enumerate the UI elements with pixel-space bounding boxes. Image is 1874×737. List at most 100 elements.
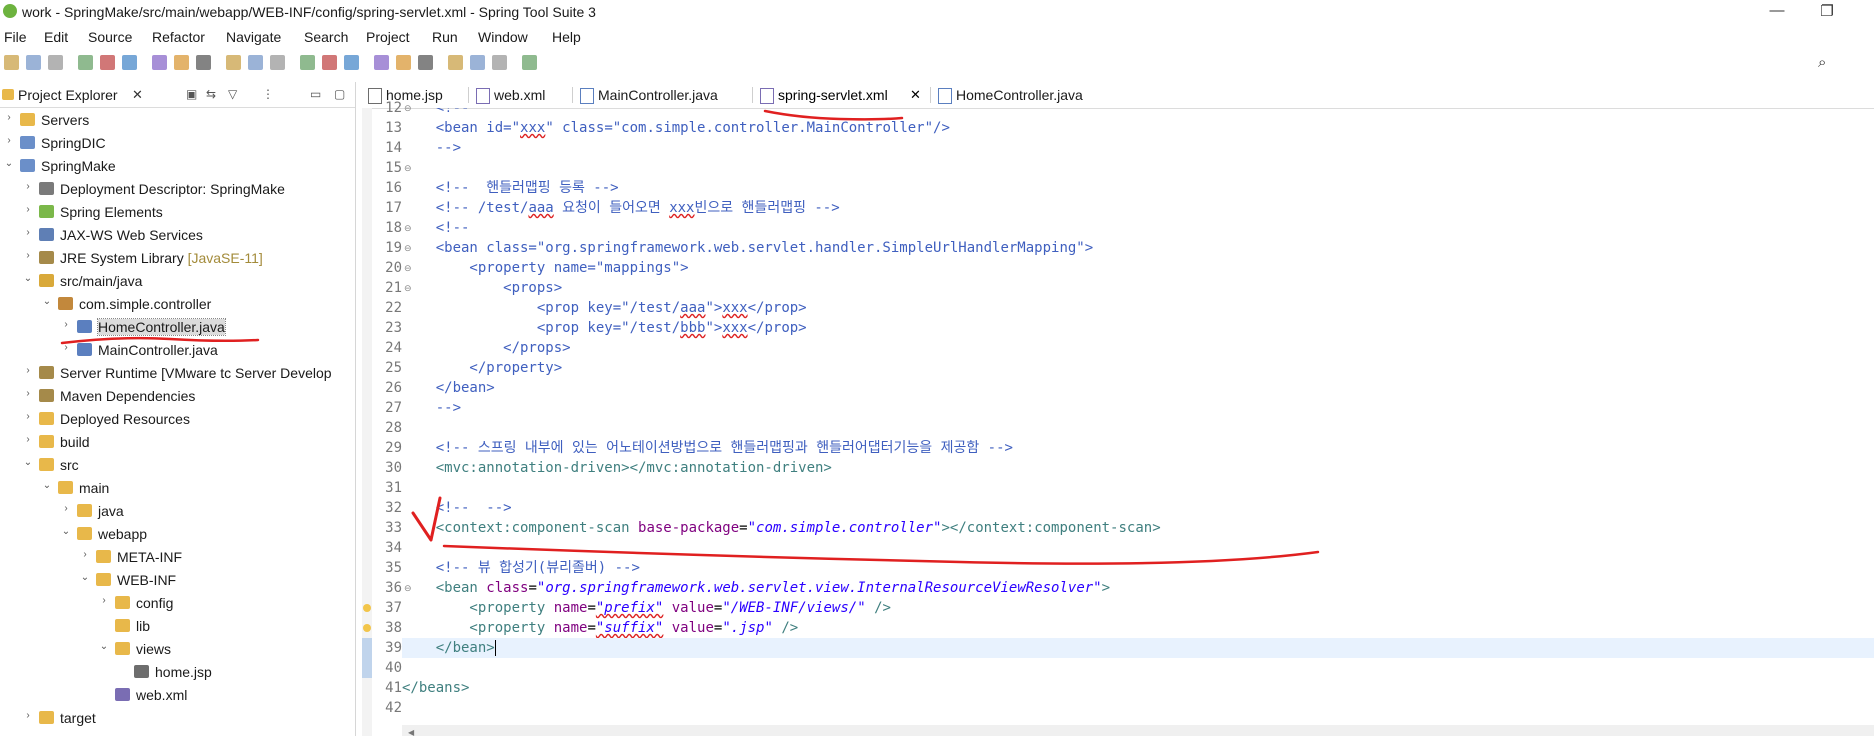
tab-close-icon[interactable]: ✕ [910, 87, 921, 103]
chevron-right-icon[interactable]: › [23, 388, 33, 399]
tree-item[interactable]: ⌄ webapp [0, 523, 355, 546]
print-icon[interactable] [78, 55, 93, 70]
chevron-down-icon[interactable]: ⌄ [42, 296, 52, 307]
spring-icon[interactable] [522, 55, 537, 70]
tree-item[interactable]: › HomeController.java [0, 316, 355, 339]
code-line[interactable]: </beans> [402, 678, 1874, 698]
horizontal-scrollbar[interactable]: ◀ [402, 725, 1874, 737]
tree-item[interactable]: › META-INF [0, 546, 355, 569]
collapse-all-icon[interactable]: ▣ [186, 87, 197, 101]
code-line[interactable]: <context:component-scan base-package="co… [402, 518, 1874, 538]
code-text[interactable]: <!-- <bean id="xxx" class="com.simple.co… [402, 108, 1874, 736]
code-line[interactable]: <property name="suffix" value=".jsp" /> [402, 618, 1874, 638]
code-line[interactable] [402, 658, 1874, 678]
code-line[interactable] [402, 698, 1874, 718]
tree-item[interactable]: › SpringDIC [0, 132, 355, 155]
code-line[interactable] [402, 418, 1874, 438]
link-editor-icon[interactable]: ⇆ [206, 87, 216, 101]
tree-item[interactable]: ⌄ SpringMake [0, 155, 355, 178]
chevron-down-icon[interactable]: ⌄ [61, 526, 71, 537]
save-all-icon[interactable] [48, 55, 63, 70]
chevron-right-icon[interactable]: › [23, 365, 33, 376]
stop-icon[interactable] [248, 55, 263, 70]
tree-item[interactable]: › Server Runtime [VMware tc Server Develo… [0, 362, 355, 385]
tree-item[interactable]: ⌄ src/main/java [0, 270, 355, 293]
java-class-icon[interactable] [322, 55, 337, 70]
code-line[interactable]: <!-- 핸들러맵핑 등록 --> [402, 178, 1874, 198]
code-line[interactable]: </bean> [402, 378, 1874, 398]
chevron-right-icon[interactable]: › [23, 227, 33, 238]
code-line[interactable]: <!-- 스프링 내부에 있는 어노테이션방법으로 핸들러맵핑과 핸들러어댑터기… [402, 438, 1874, 458]
open-type-icon[interactable] [100, 55, 115, 70]
chevron-down-icon[interactable]: ⌄ [23, 457, 33, 468]
menu-edit[interactable]: Edit [44, 29, 68, 45]
menu-project[interactable]: Project [366, 29, 410, 45]
filter-icon[interactable]: ▽ [228, 87, 237, 101]
menu-run[interactable]: Run [432, 29, 458, 45]
tree-item[interactable]: ⌄ views [0, 638, 355, 661]
code-line[interactable]: <property name="prefix" value="/WEB-INF/… [402, 598, 1874, 618]
panel-maximize-icon[interactable]: ▢ [334, 87, 345, 101]
menu-source[interactable]: Source [88, 29, 132, 45]
tree-item[interactable]: ⌄ main [0, 477, 355, 500]
code-line[interactable] [402, 538, 1874, 558]
tree-item[interactable]: › java [0, 500, 355, 523]
code-line[interactable]: <!-- [402, 108, 1874, 118]
tree-item[interactable]: ⌄ WEB-INF [0, 569, 355, 592]
chevron-right-icon[interactable]: › [61, 503, 71, 514]
build-icon[interactable] [270, 55, 285, 70]
project-explorer-tab[interactable]: Project Explorer ✕ ▣ ⇆ ▽ ⋮ ▭ ▢ [0, 82, 355, 108]
save-icon[interactable] [26, 55, 41, 70]
search-icon[interactable] [122, 55, 137, 70]
new-server-icon[interactable] [226, 55, 241, 70]
menu-help[interactable]: Help [552, 29, 581, 45]
chevron-right-icon[interactable]: › [23, 181, 33, 192]
code-line[interactable]: <!-- 뷰 합성기(뷰리졸버) --> [402, 558, 1874, 578]
chevron-right-icon[interactable]: › [23, 204, 33, 215]
chevron-right-icon[interactable]: › [23, 411, 33, 422]
chevron-right-icon[interactable]: › [23, 250, 33, 261]
chevron-right-icon[interactable]: › [4, 112, 14, 123]
chevron-down-icon[interactable]: ⌄ [23, 273, 33, 284]
tree-item[interactable]: ⌄ src [0, 454, 355, 477]
menu-navigate[interactable]: Navigate [226, 29, 281, 45]
tree-item[interactable]: › MainController.java [0, 339, 355, 362]
tree-item[interactable]: ⌄ com.simple.controller [0, 293, 355, 316]
back-icon[interactable] [418, 55, 433, 70]
perspective-icon[interactable] [492, 55, 507, 70]
code-line[interactable] [402, 158, 1874, 178]
chevron-down-icon[interactable]: ⌄ [4, 158, 14, 169]
tree-item[interactable]: › Servers [0, 109, 355, 132]
tree-item[interactable]: › build [0, 431, 355, 454]
code-line[interactable]: --> [402, 138, 1874, 158]
menu-refactor[interactable]: Refactor [152, 29, 205, 45]
chevron-right-icon[interactable]: › [61, 342, 71, 353]
tree-item[interactable]: › Deployment Descriptor: SpringMake [0, 178, 355, 201]
code-line[interactable]: <bean class="org.springframework.web.ser… [402, 238, 1874, 258]
debug-icon[interactable] [152, 55, 167, 70]
chevron-right-icon[interactable]: › [23, 710, 33, 721]
code-line[interactable]: </props> [402, 338, 1874, 358]
tree-item[interactable]: lib [0, 615, 355, 638]
tree-item[interactable]: › Maven Dependencies [0, 385, 355, 408]
explorer-close-icon[interactable]: ✕ [132, 87, 143, 103]
open-file-icon[interactable] [300, 55, 315, 70]
tree-item[interactable]: home.jsp [0, 661, 355, 684]
new-icon[interactable] [4, 55, 19, 70]
chevron-right-icon[interactable]: › [99, 595, 109, 606]
menu-file[interactable]: File [4, 29, 27, 45]
chevron-down-icon[interactable]: ⌄ [99, 641, 109, 652]
code-line[interactable]: <prop key="/test/aaa">xxx</prop> [402, 298, 1874, 318]
tree-item[interactable]: › Deployed Resources [0, 408, 355, 431]
maximize-button[interactable]: ❐ [1812, 2, 1842, 20]
minimize-button[interactable]: — [1762, 2, 1792, 19]
code-line[interactable]: <prop key="/test/bbb">xxx</prop> [402, 318, 1874, 338]
code-line[interactable]: <!-- --> [402, 498, 1874, 518]
code-line[interactable]: <props> [402, 278, 1874, 298]
previous-annotation-icon[interactable] [396, 55, 411, 70]
chevron-right-icon[interactable]: › [61, 319, 71, 330]
code-line[interactable]: <bean id="xxx" class="com.simple.control… [402, 118, 1874, 138]
tree-item[interactable]: › config [0, 592, 355, 615]
next-annotation-icon[interactable] [374, 55, 389, 70]
pin-editor-icon[interactable] [470, 55, 485, 70]
